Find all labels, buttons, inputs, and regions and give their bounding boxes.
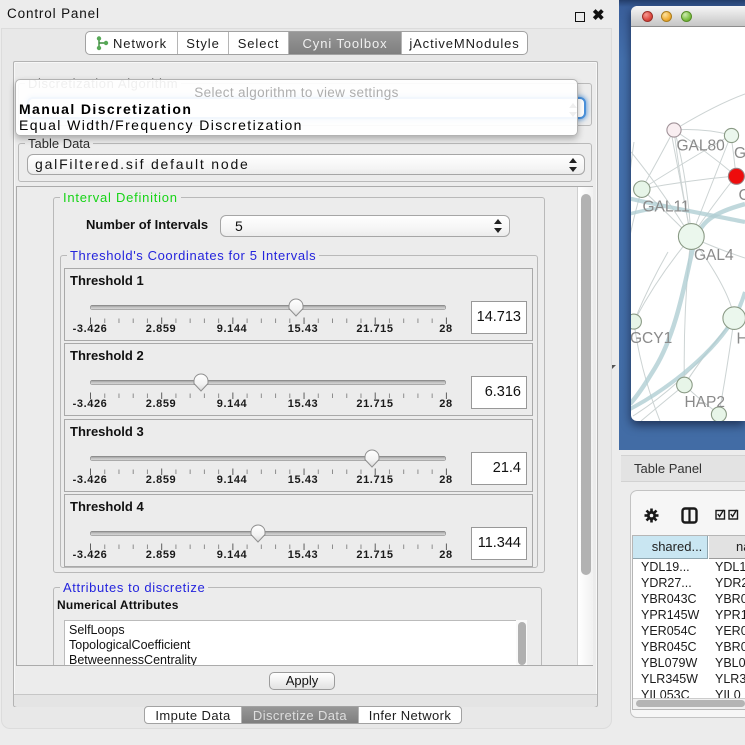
svg-text:GCY1: GCY1 [631,330,672,347]
svg-text:GA: GA [734,145,745,162]
svg-text:C: C [739,187,745,204]
svg-text:GAL80: GAL80 [677,138,726,155]
svg-text:GAL4: GAL4 [694,247,734,264]
svg-text:HAP2: HAP2 [685,394,726,411]
svg-text:GAL11: GAL11 [643,199,690,216]
svg-text:H: H [737,331,745,348]
